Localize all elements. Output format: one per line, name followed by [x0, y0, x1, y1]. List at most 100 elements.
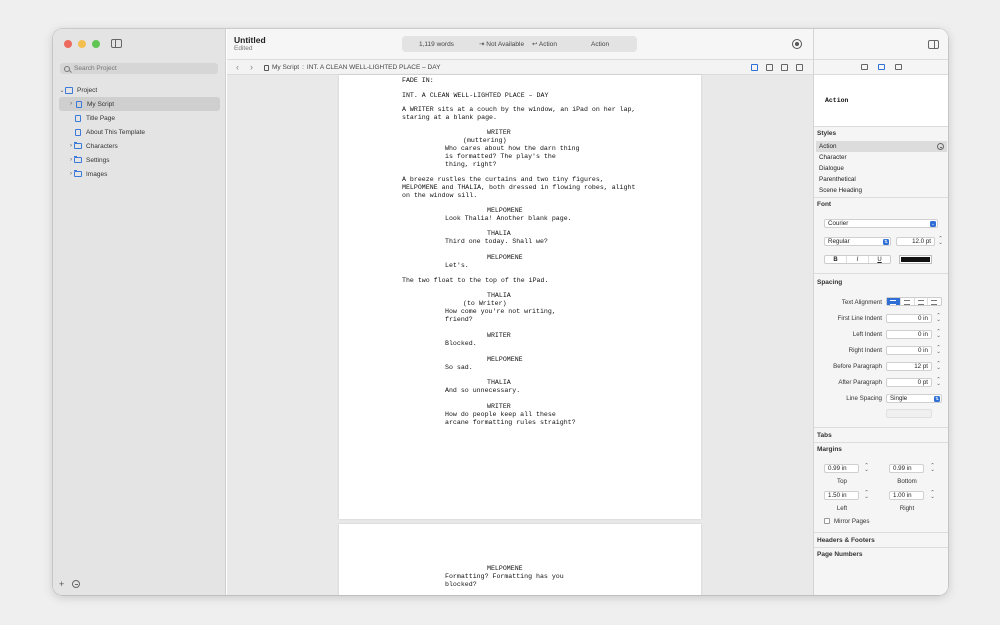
- view-switcher: [751, 64, 803, 71]
- margin-bottom-stepper[interactable]: ⌃ ⌄: [930, 463, 935, 473]
- page-numbers-header[interactable]: Page Numbers: [817, 551, 863, 558]
- back-chevron-icon[interactable]: ‹: [236, 62, 239, 72]
- font-size-stepper[interactable]: ⌃ ⌄: [938, 236, 943, 246]
- after-paragraph-field[interactable]: 0 pt: [886, 378, 932, 387]
- style-preview: Action: [814, 75, 948, 127]
- before-paragraph-label: Before Paragraph: [833, 363, 882, 370]
- tree-item-about-template[interactable]: About This Template: [53, 125, 226, 139]
- tabs-header[interactable]: Tabs: [817, 432, 832, 439]
- style-item-dialogue[interactable]: Dialogue: [816, 163, 947, 174]
- script-action: A WRITER sits at a couch by the window, …: [402, 106, 636, 113]
- right-indent-stepper[interactable]: ⌃ ⌄: [936, 345, 941, 355]
- script-scene-heading: INT. A CLEAN WELL-LIGHTED PLACE – DAY: [402, 92, 549, 99]
- first-line-indent-stepper[interactable]: ⌃ ⌄: [936, 313, 941, 323]
- comment-icon[interactable]: [895, 64, 902, 70]
- script-dialogue: Third one today. Shall we?: [445, 238, 548, 245]
- zoom-button[interactable]: [92, 40, 100, 48]
- script-dialogue: Look Thalia! Another blank page.: [445, 215, 572, 222]
- folder-icon: [74, 142, 82, 149]
- word-count: 1,119 words: [419, 40, 454, 48]
- mirror-pages-checkbox[interactable]: [824, 518, 830, 524]
- forward-chevron-icon[interactable]: ›: [250, 62, 253, 72]
- font-size-field[interactable]: 12.0 pt: [896, 237, 935, 246]
- breadcrumb[interactable]: My Script : INT. A CLEAN WELL-LIGHTED PL…: [264, 64, 440, 71]
- style-item-parenthetical[interactable]: Parenthetical: [816, 174, 947, 185]
- underline-button[interactable]: U: [869, 256, 890, 263]
- breadcrumb-scene[interactable]: INT. A CLEAN WELL-LIGHTED PLACE – DAY: [307, 64, 441, 71]
- align-right-button[interactable]: [915, 298, 929, 305]
- script-page[interactable]: MELPOMENE Formatting? Formatting has you…: [339, 524, 701, 595]
- margin-top-stepper[interactable]: ⌃ ⌄: [864, 463, 869, 473]
- margin-right-field[interactable]: 1.00 in: [889, 491, 924, 500]
- search-field[interactable]: [60, 63, 218, 74]
- left-indent-field[interactable]: 0 in: [886, 330, 932, 339]
- minimize-button[interactable]: [78, 40, 86, 48]
- add-icon[interactable]: +: [59, 579, 64, 589]
- style-item-character[interactable]: Character: [816, 152, 947, 163]
- search-input[interactable]: [74, 65, 204, 72]
- grid-view-icon[interactable]: [781, 64, 788, 71]
- tree-item-label: My Script: [87, 100, 115, 108]
- align-justify-button[interactable]: [928, 298, 941, 305]
- margin-bottom-field[interactable]: 0.99 in: [889, 464, 924, 473]
- align-left-button[interactable]: [887, 298, 901, 305]
- before-paragraph-stepper[interactable]: ⌃ ⌄: [936, 361, 941, 371]
- script-parenthetical: (muttering): [463, 137, 507, 144]
- tree-item-my-script[interactable]: › My Script: [59, 97, 220, 111]
- text-color-well[interactable]: [899, 255, 932, 264]
- margin-top-field[interactable]: 0.99 in: [824, 464, 859, 473]
- remove-icon[interactable]: [72, 580, 81, 588]
- divider: [814, 442, 948, 443]
- remove-style-icon[interactable]: [937, 143, 944, 150]
- chevron-right-icon[interactable]: ›: [68, 101, 74, 107]
- inspector-toggle-icon[interactable]: [928, 40, 939, 49]
- line-spacing-custom-field: [886, 409, 932, 418]
- tree-item-project[interactable]: ⌄ Project: [53, 83, 226, 97]
- first-line-indent-field[interactable]: 0 in: [886, 314, 932, 323]
- style-item-action[interactable]: Action: [816, 141, 947, 152]
- script-page[interactable]: FADE IN: INT. A CLEAN WELL-LIGHTED PLACE…: [339, 75, 701, 519]
- margins-header: Margins: [817, 446, 842, 453]
- style-label: Parenthetical: [819, 176, 856, 183]
- tree-item-images[interactable]: › Images: [53, 167, 226, 181]
- before-paragraph-field[interactable]: 12 pt: [886, 362, 932, 371]
- after-paragraph-stepper[interactable]: ⌃ ⌄: [936, 377, 941, 387]
- sliders-icon[interactable]: [861, 64, 868, 70]
- tree-item-characters[interactable]: › Characters: [53, 139, 226, 153]
- split-view-icon[interactable]: [796, 64, 803, 71]
- style-label: Scene Heading: [819, 187, 863, 194]
- mirror-pages-label: Mirror Pages: [834, 518, 870, 525]
- tree-item-title-page[interactable]: Title Page: [53, 111, 226, 125]
- margin-right-stepper[interactable]: ⌃ ⌄: [930, 490, 935, 500]
- font-weight-select[interactable]: Regular ⇅: [824, 237, 891, 246]
- headers-footers-header[interactable]: Headers & Footers: [817, 537, 875, 544]
- format-brush-icon[interactable]: [878, 64, 885, 70]
- field-value: 1.00 in: [893, 492, 912, 499]
- style-item-scene-heading[interactable]: Scene Heading: [816, 185, 947, 196]
- line-spacing-select[interactable]: Single ⇅: [886, 394, 942, 403]
- close-button[interactable]: [64, 40, 72, 48]
- search-icon: [64, 65, 70, 72]
- line-spacing-label: Line Spacing: [846, 395, 882, 402]
- margin-left-stepper[interactable]: ⌃ ⌄: [864, 490, 869, 500]
- field-value: 0 in: [918, 331, 928, 338]
- tree-item-settings[interactable]: › Settings: [53, 153, 226, 167]
- current-style[interactable]: Action: [591, 41, 609, 48]
- font-family-select[interactable]: Courier ⌄: [824, 219, 938, 228]
- page-view-icon[interactable]: [751, 64, 758, 71]
- italic-button[interactable]: I: [847, 256, 869, 263]
- outline-view-icon[interactable]: [766, 64, 773, 71]
- focus-mode-icon[interactable]: [792, 39, 802, 49]
- left-indent-stepper[interactable]: ⌃ ⌄: [936, 329, 941, 339]
- bold-button[interactable]: B: [825, 256, 847, 263]
- script-character: WRITER: [487, 129, 511, 136]
- margin-left-field[interactable]: 1.50 in: [824, 491, 859, 500]
- breadcrumb-document[interactable]: My Script: [272, 64, 299, 71]
- sidebar-toggle-icon[interactable]: [111, 39, 122, 48]
- script-dialogue: arcane formatting rules straight?: [445, 419, 576, 426]
- script-action: A breeze rustles the curtains and two ti…: [402, 176, 604, 183]
- align-center-button[interactable]: [901, 298, 915, 305]
- inspector-panel: Action Styles Action Character Dialogue …: [813, 29, 948, 595]
- right-indent-label: Right Indent: [848, 347, 882, 354]
- right-indent-field[interactable]: 0 in: [886, 346, 932, 355]
